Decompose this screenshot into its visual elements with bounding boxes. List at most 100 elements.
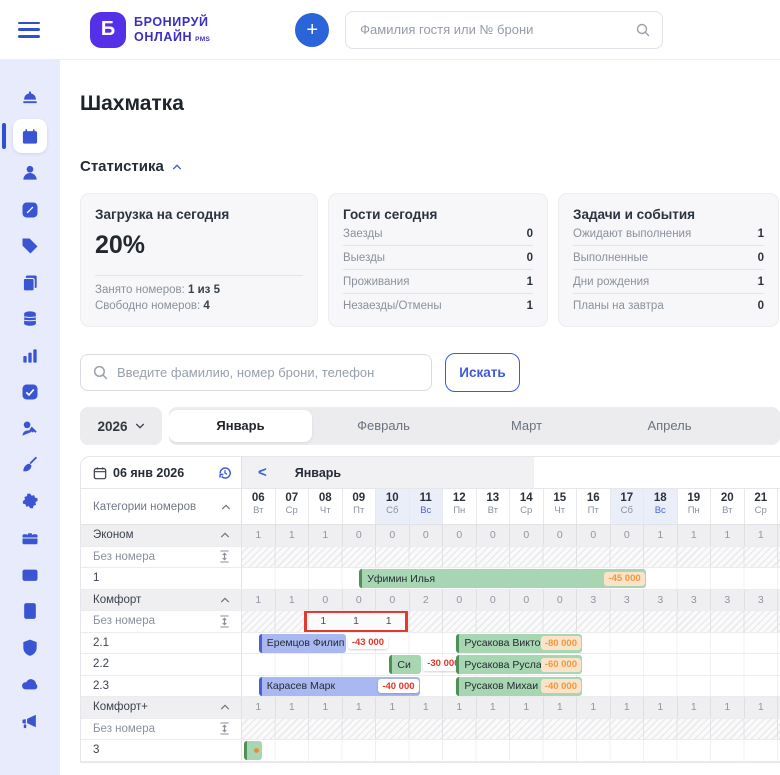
sidebar-item-calendar[interactable] <box>0 119 60 156</box>
availability-cell: 1 <box>644 697 678 718</box>
availability-cell: 1 <box>276 590 310 611</box>
categories-header[interactable]: Категории номеров <box>81 489 242 524</box>
day-column-10[interactable]: 10Сб <box>376 489 410 524</box>
sidebar-item-shield[interactable] <box>0 630 60 667</box>
sidebar-item-user[interactable] <box>0 155 60 192</box>
booking-bar[interactable]: Русакова Викто-80 000 <box>456 634 582 653</box>
sidebar-item-coins[interactable] <box>0 301 60 338</box>
guests-card: Гости сегодня Заезды0Выезды0Проживания1Н… <box>328 193 548 327</box>
availability-cell: 1 <box>678 525 712 546</box>
day-column-11[interactable]: 11Вс <box>410 489 444 524</box>
month-tabs: ЯнварьФевральМартАпрельМай <box>169 407 780 445</box>
expand-vertical-icon[interactable] <box>219 722 230 735</box>
main-content: Шахматка Статистика Загрузка на сегодня … <box>60 60 780 775</box>
history-reset-button[interactable] <box>217 465 233 481</box>
availability-cell: 3 <box>745 590 779 611</box>
grid-month-label: Январь <box>295 466 341 480</box>
chevron-up-icon <box>220 530 230 540</box>
booking-grid: 06 янв 2026 < Январь Категории номеро <box>80 456 780 763</box>
month-tab-февраль[interactable]: Февраль <box>312 407 455 445</box>
sidebar-item-percent[interactable] <box>0 192 60 229</box>
coins-icon <box>20 309 40 329</box>
menu-button[interactable] <box>18 22 40 38</box>
sidebar-item-tag[interactable] <box>0 228 60 265</box>
grid-row-комфорт+: Комфорт+11111111111111111 <box>81 697 780 719</box>
day-column-19[interactable]: 19Пн <box>678 489 712 524</box>
occupancy-card: Загрузка на сегодня 20% Занято номеров: … <box>80 193 318 327</box>
bell-icon <box>20 90 40 110</box>
tag-icon <box>20 236 40 256</box>
sidebar-item-briefcase[interactable] <box>0 520 60 557</box>
availability-cell: 1 <box>745 697 779 718</box>
row-label[interactable]: Комфорт <box>81 590 242 611</box>
availability-cell: 1 <box>577 697 611 718</box>
sidebar-item-check-square[interactable] <box>0 374 60 411</box>
year-selector[interactable]: 2026 <box>80 407 162 445</box>
day-column-13[interactable]: 13Вт <box>477 489 511 524</box>
month-tab-апрель[interactable]: Апрель <box>598 407 741 445</box>
sidebar-item-cloud[interactable] <box>0 666 60 703</box>
booking-bar[interactable] <box>244 741 262 760</box>
booking-search-input[interactable] <box>80 354 432 391</box>
day-column-12[interactable]: 12Пн <box>443 489 477 524</box>
day-column-20[interactable]: 20Вт <box>711 489 745 524</box>
booking-bar[interactable]: Еремцов Филип <box>259 634 346 653</box>
day-column-18[interactable]: 18Вс <box>644 489 678 524</box>
availability-cell: 3 <box>611 590 645 611</box>
stats-section-header[interactable]: Статистика <box>80 158 780 175</box>
availability-cell: 1 <box>276 525 310 546</box>
prev-month-button[interactable]: < <box>258 464 267 481</box>
sidebar-item-chart[interactable] <box>0 338 60 375</box>
expand-vertical-icon[interactable] <box>219 615 230 628</box>
availability-cell: 1 <box>611 697 645 718</box>
day-column-06[interactable]: 06Вт <box>242 489 276 524</box>
current-date-label[interactable]: 06 янв 2026 <box>113 466 184 480</box>
booking-bar[interactable]: Русаков Михаи-40 000 <box>456 677 582 696</box>
sidebar-item-wallet[interactable] <box>0 557 60 594</box>
red-highlight-rect: 111 <box>304 611 408 632</box>
day-column-08[interactable]: 08Чт <box>309 489 343 524</box>
row-label[interactable]: Комфорт+ <box>81 697 242 718</box>
day-column-14[interactable]: 14Ср <box>510 489 544 524</box>
row-label[interactable]: Эконом <box>81 525 242 546</box>
sidebar-item-key[interactable] <box>0 411 60 448</box>
create-booking-button[interactable]: + <box>295 13 329 47</box>
booking-bar[interactable]: Уфимин Илья-45 000 <box>359 569 645 588</box>
sidebar-item-megaphone[interactable] <box>0 703 60 740</box>
availability-cell: 3 <box>577 590 611 611</box>
calendar-icon <box>20 127 40 147</box>
booking-bar[interactable]: Карасев Марк-40 000 <box>259 677 420 696</box>
day-column-09[interactable]: 09Пт <box>343 489 377 524</box>
sidebar-item-calculator[interactable] <box>0 593 60 630</box>
stat-row: Выезды0 <box>343 246 533 270</box>
checkout-dot <box>254 748 259 753</box>
day-column-16[interactable]: 16Пт <box>577 489 611 524</box>
month-tab-январь[interactable]: Январь <box>169 410 312 442</box>
day-column-07[interactable]: 07Ср <box>276 489 310 524</box>
availability-cell: 1 <box>242 590 276 611</box>
price-label: -40 000 <box>378 679 418 693</box>
row-cells: 111 <box>242 611 780 632</box>
day-column-21[interactable]: 21Ср <box>745 489 779 524</box>
grid-row-комфорт: Комфорт11000200003333333 <box>81 590 780 612</box>
grid-topbar: 06 янв 2026 < Январь <box>81 457 780 489</box>
search-button[interactable]: Искать <box>445 353 520 392</box>
month-tab-март[interactable]: Март <box>455 407 598 445</box>
month-tab-май[interactable]: Май <box>741 407 780 445</box>
booking-bar[interactable]: Русакова Русла-60 000 <box>456 655 582 674</box>
expand-vertical-icon[interactable] <box>219 550 230 563</box>
tasks-card: Задачи и события Ожидают выполнения1Выпо… <box>558 193 779 327</box>
sidebar-item-documents[interactable] <box>0 265 60 302</box>
grid-row-3: 3 <box>81 740 780 762</box>
header-search-input[interactable] <box>345 11 663 49</box>
row-label: Без номера <box>81 719 242 740</box>
sidebar-item-broom[interactable] <box>0 447 60 484</box>
sidebar-item-bell[interactable] <box>0 82 60 119</box>
day-column-15[interactable]: 15Чт <box>544 489 578 524</box>
card-title: Загрузка на сегодня <box>95 207 303 222</box>
check-square-icon <box>20 382 40 402</box>
booking-bar[interactable]: Си <box>389 655 421 674</box>
row-cells: Еремцов Филип-43 000Русакова Викто-80 00… <box>242 633 780 654</box>
day-column-17[interactable]: 17Сб <box>611 489 645 524</box>
sidebar-item-gear[interactable] <box>0 484 60 521</box>
